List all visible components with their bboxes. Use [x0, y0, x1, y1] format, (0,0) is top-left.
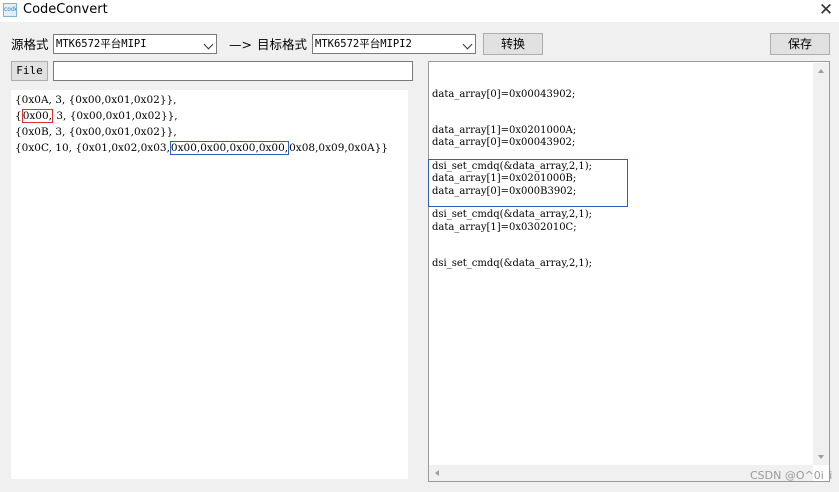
- file-button[interactable]: File: [11, 61, 48, 81]
- arrow-down-icon[interactable]: [818, 455, 824, 459]
- output-line: dsi_set_cmdq(&data_array,2,1);: [432, 258, 592, 269]
- input-line-4: {0x0C, 10, {0x01,0x02,0x03,0x00,0x00,0x0…: [15, 141, 388, 155]
- output-line: data_array[0]=0x000B3902;: [432, 186, 577, 197]
- window-title: CodeConvert: [23, 2, 108, 17]
- input-text-area[interactable]: {0x0A, 3, {0x00,0x01,0x02}}, {0x00, 3, {…: [11, 90, 408, 479]
- file-path-input[interactable]: [53, 61, 413, 81]
- source-format-value: MTK6572平台MIPI: [56, 38, 147, 50]
- chevron-down-icon: [462, 39, 473, 50]
- target-format-value: MTK6572平台MIPI2: [315, 38, 412, 50]
- output-line: data_array[0]=0x00043902;: [432, 89, 576, 100]
- output-line: data_array[1]=0x0302010C;: [432, 222, 577, 233]
- arrow-label: —>: [229, 37, 252, 52]
- source-format-select[interactable]: MTK6572平台MIPI: [53, 34, 217, 54]
- target-format-select[interactable]: MTK6572平台MIPI2: [312, 34, 476, 54]
- arrow-up-icon[interactable]: [818, 69, 824, 73]
- title-bar: code CodeConvert ✕: [0, 0, 839, 22]
- close-icon[interactable]: ✕: [816, 0, 836, 20]
- arrow-left-icon[interactable]: [435, 470, 439, 476]
- output-text-area[interactable]: data_array[0]=0x00043902; data_array[1]=…: [428, 61, 830, 482]
- input-line-1: {0x0A, 3, {0x00,0x01,0x02}},: [15, 94, 177, 106]
- target-format-label: 目标格式: [257, 37, 308, 52]
- vertical-scrollbar[interactable]: [813, 63, 829, 465]
- output-line: data_array[0]=0x00043902;: [432, 137, 576, 148]
- save-button[interactable]: 保存: [770, 33, 830, 55]
- app-icon: code: [3, 3, 17, 17]
- chevron-down-icon: [203, 39, 214, 50]
- output-block-3-highlight: data_array[0]=0x000B3902; data_array[1]=…: [428, 159, 628, 269]
- watermark: CSDN @O^0i_i: [750, 469, 833, 482]
- source-format-label: 源格式: [11, 37, 49, 52]
- input-line-3: {0x0B, 3, {0x00,0x01,0x02}},: [15, 126, 177, 138]
- convert-button[interactable]: 转换: [483, 33, 543, 55]
- blue-highlight-box: 0x00,0x00,0x00,0x00,: [169, 141, 290, 155]
- input-line-2: {0x00, 3, {0x00,0x01,0x02}},: [15, 109, 178, 123]
- red-highlight-box: 0x00,: [21, 109, 53, 123]
